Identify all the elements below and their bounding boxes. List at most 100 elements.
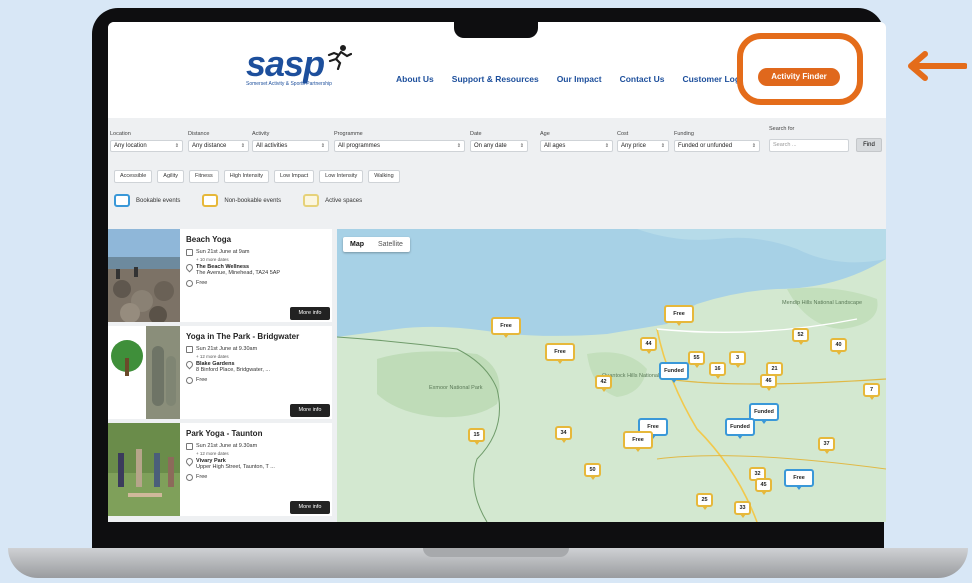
map-marker[interactable]: 15 [468,428,485,445]
event-more-dates[interactable]: + 10 more dates [196,257,330,262]
map-marker[interactable]: Free [491,317,521,338]
chip-accessible[interactable]: Accessible [114,170,153,183]
map-marker[interactable]: 45 [755,478,772,495]
legend-active-spaces: Active spaces [303,194,362,207]
event-date: Sun 21st June at 9.30am [196,443,258,449]
chip-agility[interactable]: Agility [157,170,184,183]
filter-label-age: Age [540,131,550,137]
filter-label-funding: Funding [674,131,694,137]
map-tab-satellite[interactable]: Satellite [371,237,410,252]
location-pin-icon [184,359,195,370]
active-space-marker-icon [303,194,320,207]
nav-contact-us[interactable]: Contact Us [620,74,665,84]
chip-low-intensity[interactable]: Low Intensity [319,170,364,183]
event-more-dates[interactable]: + 12 more dates [196,451,330,456]
map-marker[interactable]: 44 [640,337,657,354]
chip-high-intensity[interactable]: High Intensity [223,170,270,183]
map-marker[interactable]: Free [664,305,694,326]
event-price: Free [196,474,208,480]
activity-select-value: All activities [256,143,288,149]
event-title[interactable]: Park Yoga - Taunton [186,429,330,438]
cost-select[interactable]: Any price ⇕ [617,140,669,152]
date-select[interactable]: On any date ⇕ [470,140,528,152]
map-marker[interactable]: 7 [863,383,880,400]
search-input[interactable]: Search ... [769,139,849,152]
nav-our-impact[interactable]: Our Impact [557,74,602,84]
location-select[interactable]: Any location ⇕ [110,140,183,152]
map-marker[interactable]: Free [784,469,814,490]
chip-low-impact[interactable]: Low Impact [274,170,315,183]
location-pin-icon [184,456,195,467]
map-marker[interactable]: Funded [725,418,755,439]
find-button[interactable]: Find [856,138,882,152]
event-price-row: Free [186,474,330,481]
legend-non-bookable: Non-bookable events [202,194,281,207]
map-marker[interactable]: Funded [659,362,689,383]
event-date-row: Sun 21st June at 9.30am [186,443,330,450]
event-price: Free [196,377,208,383]
filter-label-activity: Activity [252,131,270,137]
more-info-button[interactable]: More info [290,501,330,514]
chevron-icon: ⇕ [751,143,756,149]
event-details: Yoga in The Park - Bridgwater Sun 21st J… [184,332,330,386]
distance-select[interactable]: Any distance ⇕ [188,140,249,152]
map-marker[interactable]: Free [545,343,575,364]
map-marker[interactable]: 37 [818,437,835,454]
chip-fitness[interactable]: Fitness [188,170,219,183]
event-details: Beach Yoga Sun 21st June at 9am + 10 mor… [184,235,330,289]
nav-about-us[interactable]: About Us [396,74,434,84]
legend-non-bookable-label: Non-bookable events [224,197,282,204]
programme-select[interactable]: All programmes ⇕ [334,140,465,152]
activity-map[interactable]: Exmoor National Park Quantock Hills Nati… [337,229,886,522]
filter-label-programme: Programme [334,131,363,137]
event-date-row: Sun 21st June at 9.30am [186,346,330,353]
map-marker[interactable]: 33 [734,501,751,518]
activity-select[interactable]: All activities ⇕ [252,140,329,152]
exmoor-label: Exmoor National Park [429,385,483,391]
laptop-camera-notch [454,8,538,38]
map-marker[interactable]: 46 [760,374,777,391]
event-venue-row: The Beach Wellness The Avenue, Minehead, … [184,262,330,276]
nav-customer-login[interactable]: Customer Log [682,74,740,84]
more-info-button[interactable]: More info [290,404,330,417]
more-info-button[interactable]: More info [290,307,330,320]
distance-select-value: Any distance [192,143,227,149]
map-marker[interactable]: 34 [555,426,572,443]
map-tab-map[interactable]: Map [343,237,371,252]
event-card[interactable]: Yoga in The Park - Bridgwater Sun 21st J… [108,326,332,419]
event-date: Sun 21st June at 9.30am [196,346,258,352]
map-marker[interactable]: 50 [584,463,601,480]
map-marker[interactable]: 52 [792,328,809,345]
map-marker[interactable]: 55 [688,351,705,368]
nav-support-resources[interactable]: Support & Resources [452,74,539,84]
map-marker[interactable]: 25 [696,493,713,510]
filter-label-distance: Distance [188,131,210,137]
bookable-marker-icon [114,194,130,207]
filter-label-cost: Cost [617,131,629,137]
chip-walking[interactable]: Walking [368,170,400,183]
event-card[interactable]: Park Yoga - Taunton Sun 21st June at 9.3… [108,423,332,516]
cost-select-value: Any price [621,143,647,149]
map-marker[interactable]: 16 [709,362,726,379]
event-more-dates[interactable]: + 12 more dates [196,354,330,359]
event-price-row: Free [186,280,330,287]
sasp-logo[interactable]: sasp Somerset Activity & Sports Partners… [246,45,366,88]
age-select[interactable]: All ages ⇕ [540,140,613,152]
location-select-value: Any location [114,143,147,149]
map-marker[interactable]: 40 [830,338,847,355]
laptop-base-groove [423,548,569,557]
calendar-icon [186,443,193,450]
date-select-value: On any date [474,143,507,149]
funding-select[interactable]: Funded or unfunded ⇕ [674,140,760,152]
price-icon [186,377,193,384]
map-marker[interactable]: Free [623,431,653,452]
event-title[interactable]: Yoga in The Park - Bridgwater [186,332,330,341]
main-nav: About Us Support & Resources Our Impact … [396,74,740,84]
event-card[interactable]: Beach Yoga Sun 21st June at 9am + 10 mor… [108,229,332,322]
map-marker[interactable]: 3 [729,351,746,368]
search-label: Search for [769,126,795,132]
logo-subtitle: Somerset Activity & Sports Partnership [246,81,332,87]
event-date: Sun 21st June at 9am [196,249,250,255]
map-marker[interactable]: 42 [595,375,612,392]
event-title[interactable]: Beach Yoga [186,235,330,244]
